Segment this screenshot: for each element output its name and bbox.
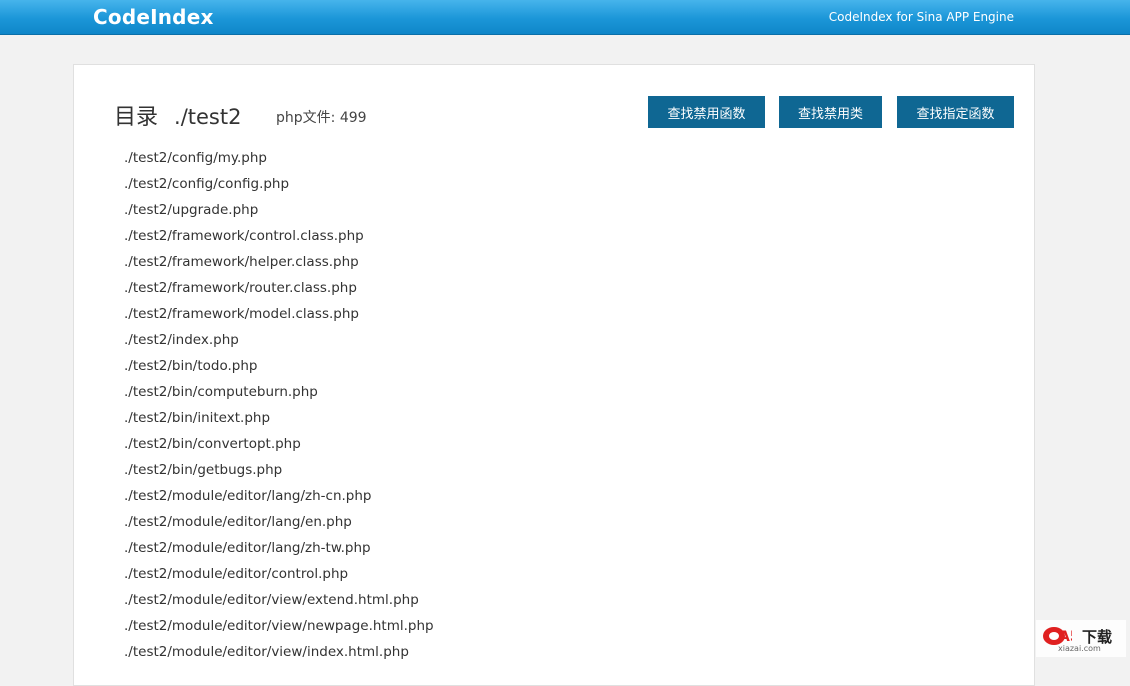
file-list-item[interactable]: ./test2/config/config.php xyxy=(124,171,434,197)
brand-logo[interactable]: CodeIndex xyxy=(93,5,214,29)
file-list-item[interactable]: ./test2/index.php xyxy=(124,327,434,353)
title-path: ./test2 xyxy=(174,105,242,129)
file-list-item[interactable]: ./test2/bin/convertopt.php xyxy=(124,431,434,457)
top-header-bar: CodeIndex CodeIndex for Sina APP Engine xyxy=(0,0,1130,35)
php-file-count: php文件: 499 xyxy=(276,110,367,126)
file-list-item[interactable]: ./test2/config/my.php xyxy=(124,145,434,171)
file-list-item[interactable]: ./test2/framework/model.class.php xyxy=(124,301,434,327)
file-list-item[interactable]: ./test2/module/editor/view/newpage.html.… xyxy=(124,613,434,639)
file-list-item[interactable]: ./test2/bin/getbugs.php xyxy=(124,457,434,483)
header-tagline: CodeIndex for Sina APP Engine xyxy=(828,10,1014,24)
file-list-item[interactable]: ./test2/framework/helper.class.php xyxy=(124,249,434,275)
file-list-item[interactable]: ./test2/framework/router.class.php xyxy=(124,275,434,301)
find-specified-functions-button[interactable]: 查找指定函数 xyxy=(897,96,1014,128)
file-list-item[interactable]: ./test2/module/editor/view/extend.html.p… xyxy=(124,587,434,613)
file-list-item[interactable]: ./test2/module/editor/control.php xyxy=(124,561,434,587)
file-list-item[interactable]: ./test2/bin/todo.php xyxy=(124,353,434,379)
file-list-item[interactable]: ./test2/bin/computeburn.php xyxy=(124,379,434,405)
find-banned-functions-button[interactable]: 查找禁用函数 xyxy=(648,96,765,128)
title-label: 目录 xyxy=(114,105,159,130)
file-list-item[interactable]: ./test2/module/editor/lang/zh-cn.php xyxy=(124,483,434,509)
file-list-item[interactable]: ./test2/module/editor/lang/zh-tw.php xyxy=(124,535,434,561)
file-list-item[interactable]: ./test2/framework/control.class.php xyxy=(124,223,434,249)
file-list-item[interactable]: ./test2/module/editor/view/index.html.ph… xyxy=(124,639,434,665)
file-list-item[interactable]: ./test2/module/editor/lang/en.php xyxy=(124,509,434,535)
watermark-subtext: xiazai.com xyxy=(1058,644,1101,653)
file-list-item[interactable]: ./test2/upgrade.php xyxy=(124,197,434,223)
site-watermark: A5 下载 xiazai.com xyxy=(1036,620,1126,657)
a5-logo-text: A5 xyxy=(1059,629,1072,645)
file-list: ./test2/config/my.php ./test2/config/con… xyxy=(124,145,434,665)
page-title: 目录 ./test2 xyxy=(114,99,241,131)
directory-panel: 目录 ./test2 php文件: 499 查找禁用函数 查找禁用类 查找指定函数… xyxy=(73,64,1035,686)
find-banned-classes-button[interactable]: 查找禁用类 xyxy=(779,96,882,128)
file-list-item[interactable]: ./test2/bin/initext.php xyxy=(124,405,434,431)
